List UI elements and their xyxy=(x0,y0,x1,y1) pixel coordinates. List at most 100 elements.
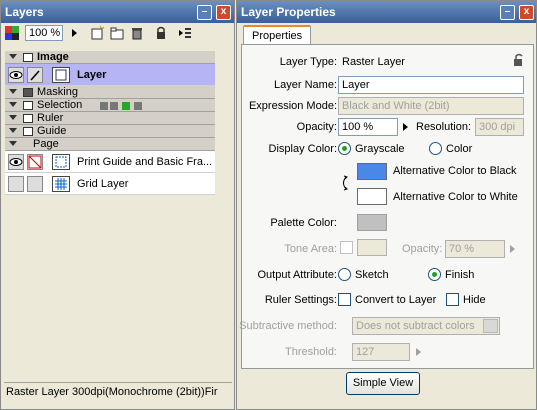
layers-title: Layers xyxy=(5,5,44,19)
color-palette-icon[interactable] xyxy=(3,25,21,41)
threshold-arrow-icon xyxy=(416,348,421,356)
image-group-icon xyxy=(23,53,33,62)
grayscale-label: Grayscale xyxy=(355,143,405,155)
ruler-settings-label: Ruler Settings: xyxy=(264,294,337,306)
opacity-label: Opacity: xyxy=(296,121,337,133)
layer-name-label: Grid Layer xyxy=(77,178,129,190)
edit-toggle[interactable] xyxy=(27,176,43,192)
zoom-arrow-icon[interactable] xyxy=(69,25,79,41)
palette-color-label: Palette Color: xyxy=(270,217,337,229)
properties-title-bar: Layer Properties – x xyxy=(237,1,536,23)
group-row-ruler[interactable]: Ruler xyxy=(5,112,215,125)
properties-minimize-button[interactable]: – xyxy=(500,5,515,20)
color-radio[interactable] xyxy=(429,142,442,155)
layers-close-button[interactable]: x xyxy=(216,5,231,20)
sketch-label: Sketch xyxy=(355,269,389,281)
layers-title-bar: Layers – x xyxy=(1,1,234,23)
visibility-eye-icon[interactable] xyxy=(8,67,24,83)
simple-view-button[interactable]: Simple View xyxy=(346,372,420,395)
visibility-eye-icon[interactable] xyxy=(8,154,24,170)
group-label-ruler: Ruler xyxy=(37,112,64,124)
expand-arrow-icon[interactable] xyxy=(9,89,17,94)
color-label: Color xyxy=(446,143,473,155)
properties-close-button[interactable]: x xyxy=(519,5,534,20)
resolution-label: Resolution: xyxy=(416,121,472,133)
threshold-label: Threshold: xyxy=(285,346,337,358)
threshold-field: 127 xyxy=(352,343,410,361)
tone-opacity-field: 70 % xyxy=(445,240,505,258)
raster-layer-icon xyxy=(52,67,70,83)
expand-arrow-icon[interactable] xyxy=(9,128,17,133)
new-layer-icon[interactable] xyxy=(89,25,105,41)
palette-color-swatch xyxy=(357,214,387,231)
unlock-icon[interactable] xyxy=(512,53,526,70)
tab-properties[interactable]: Properties xyxy=(243,25,312,45)
display-color-label: Display Color: xyxy=(268,143,337,155)
group-label-page: Page xyxy=(33,138,59,150)
grid-icon xyxy=(52,176,70,192)
alt-white-label: Alternative Color to White xyxy=(393,191,518,203)
layer-menu-icon[interactable] xyxy=(177,25,193,41)
layers-panel: Layers – x 100 % Image Layer Masking Sel… xyxy=(0,0,235,410)
layer-row[interactable]: Grid Layer xyxy=(5,173,215,195)
edit-pen-icon[interactable] xyxy=(27,67,43,83)
hide-label: Hide xyxy=(463,294,486,306)
convert-to-layer-label: Convert to Layer xyxy=(355,294,437,306)
expand-arrow-icon[interactable] xyxy=(9,115,17,120)
masking-icon xyxy=(23,88,33,97)
zoom-field[interactable]: 100 % xyxy=(25,25,63,41)
expression-mode-field: Black and White (2bit) xyxy=(338,97,524,115)
new-folder-icon[interactable] xyxy=(109,25,125,41)
opacity-input[interactable]: 100 % xyxy=(338,118,398,136)
output-attribute-label: Output Attribute: xyxy=(257,269,338,281)
subtractive-method-label: Subtractive method: xyxy=(239,320,337,332)
layers-toolbar: 100 % xyxy=(3,23,233,43)
tone-opacity-label: Opacity: xyxy=(402,243,443,255)
expand-arrow-icon[interactable] xyxy=(9,54,17,59)
group-row-masking[interactable]: Masking xyxy=(5,86,215,99)
grayscale-radio[interactable] xyxy=(338,142,351,155)
sketch-radio[interactable] xyxy=(338,268,351,281)
layer-name-label: Layer xyxy=(77,69,107,81)
alt-white-swatch[interactable] xyxy=(357,188,387,205)
expand-arrow-icon[interactable] xyxy=(9,141,17,146)
layer-tree: Image Layer Masking Selection Ruler Guid… xyxy=(5,51,215,195)
alt-black-swatch[interactable] xyxy=(357,163,387,180)
guide-icon xyxy=(23,127,33,136)
print-guide-icon xyxy=(52,154,70,170)
layer-row[interactable]: Layer xyxy=(5,64,215,86)
convert-to-layer-checkbox[interactable] xyxy=(338,293,351,306)
lock-icon[interactable] xyxy=(153,25,169,41)
layer-row[interactable]: Print Guide and Basic Fra... xyxy=(5,151,215,173)
expand-arrow-icon[interactable] xyxy=(9,102,17,107)
group-row-page[interactable]: Page xyxy=(5,138,215,151)
hide-checkbox[interactable] xyxy=(446,293,459,306)
opacity-slider-arrow-icon[interactable] xyxy=(403,123,408,131)
group-row-image[interactable]: Image xyxy=(5,51,215,64)
layer-name-label: Layer Name: xyxy=(274,79,337,91)
delete-layer-icon[interactable] xyxy=(129,25,145,41)
alt-black-label: Alternative Color to Black xyxy=(393,165,517,177)
subtractive-method-select: Does not subtract colors xyxy=(352,317,500,335)
group-row-guide[interactable]: Guide xyxy=(5,125,215,138)
no-edit-icon[interactable] xyxy=(27,154,43,170)
layers-minimize-button[interactable]: – xyxy=(197,5,212,20)
selection-icon xyxy=(23,101,33,110)
visibility-toggle[interactable] xyxy=(8,176,24,192)
resolution-field: 300 dpi xyxy=(475,118,524,136)
layer-properties-panel: Layer Properties – x Properties Layer Ty… xyxy=(236,0,537,410)
dropdown-arrow-icon xyxy=(483,319,498,333)
tone-area-checkbox xyxy=(340,241,353,254)
layer-name-input[interactable]: Layer xyxy=(338,76,524,94)
tone-area-swatch xyxy=(357,239,387,256)
group-label-selection: Selection xyxy=(37,99,83,111)
swap-colors-icon[interactable] xyxy=(340,175,350,194)
layer-type-label: Layer Type: xyxy=(279,56,337,68)
group-label-guide: Guide xyxy=(37,125,67,137)
finish-label: Finish xyxy=(445,269,475,281)
group-row-selection[interactable]: Selection xyxy=(5,99,215,112)
finish-radio[interactable] xyxy=(428,268,441,281)
tone-area-label: Tone Area: xyxy=(284,243,337,255)
layer-status-bar: Raster Layer 300dpi(Monochrome (2bit))Fi… xyxy=(4,382,232,400)
tone-opacity-arrow-icon xyxy=(510,245,515,253)
